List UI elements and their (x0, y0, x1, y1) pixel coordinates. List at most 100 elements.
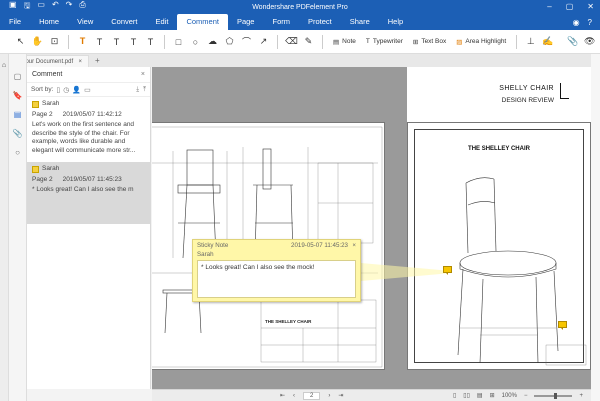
note-button[interactable]: ▤ Note (328, 30, 361, 54)
redo-icon[interactable]: ↷ (66, 0, 73, 14)
note-icon: ▤ (333, 38, 340, 46)
attachment-icon[interactable]: 📎 (9, 129, 26, 138)
comment-panel-title: Comment (32, 71, 63, 78)
sticky-text-area[interactable]: * Looks great! Can I also see the mock! (197, 260, 356, 298)
minimize-icon[interactable]: – (547, 0, 551, 14)
first-page-icon[interactable]: ⇤ (280, 392, 285, 399)
caret-icon[interactable]: T (142, 30, 159, 54)
account-icon[interactable]: ◉ (573, 15, 580, 30)
comments-icon[interactable]: ▤ (9, 110, 26, 119)
menu-help[interactable]: Help (379, 14, 412, 30)
import-icon[interactable]: ⤓ (136, 86, 139, 94)
fit-icon[interactable]: ⊞ (490, 392, 495, 399)
edit-object-icon[interactable]: ⊡ (46, 30, 63, 54)
search-icon[interactable]: ○ (9, 148, 26, 157)
sort-label: Sort by: (31, 86, 54, 93)
comment-item-selected[interactable]: Sarah Page 2 2019/05/07 11:45:23 * Looks … (27, 162, 150, 224)
title-bar: ▣ 🖫 ▭ ↶ ↷ ⎙ Wondershare PDFelement Pro –… (0, 0, 600, 14)
menu-convert[interactable]: Convert (102, 14, 146, 30)
typewriter-icon: T (365, 38, 370, 45)
menu-comment[interactable]: Comment (177, 14, 228, 30)
sort-type-icon[interactable]: ▭ (84, 86, 91, 94)
left-edge-strip: ⌂ (0, 54, 9, 401)
maximize-icon[interactable]: ▢ (566, 0, 574, 14)
menu-page[interactable]: Page (228, 14, 264, 30)
select-cursor-icon[interactable]: ↖ (12, 30, 29, 54)
comment-text: Let's work on the first sentence and des… (32, 121, 136, 154)
zoom-out-icon[interactable]: − (524, 393, 528, 399)
separator (277, 34, 278, 49)
strikethrough-icon[interactable]: T (91, 30, 108, 54)
last-page-icon[interactable]: ⇥ (338, 392, 343, 399)
page-header-area: SHELLY CHAIR DESIGN REVIEW (407, 67, 591, 122)
document-canvas[interactable]: SHELLY CHAIR DESIGN REVIEW THE SHELLEY C… (152, 67, 591, 389)
page-right: THE SHELLEY CHAIR (407, 122, 591, 370)
sort-time-icon[interactable]: ◷ (63, 86, 69, 94)
arrow-icon[interactable]: ↗ (255, 30, 272, 54)
close-window-icon[interactable]: ✕ (587, 0, 594, 14)
sticky-header: Sticky Note 2019-05-07 11:45:23 × (193, 240, 360, 251)
comment-item[interactable]: Sarah Page 2 2019/05/07 11:42:12 Let's wo… (27, 97, 150, 158)
print-icon[interactable]: ⎙ (79, 0, 85, 14)
page1-block-title: THE SHELLEY CHAIR (265, 319, 312, 324)
close-panel-icon[interactable]: × (141, 67, 145, 83)
squiggly-icon[interactable]: T (125, 30, 142, 54)
sticky-note-pin-icon[interactable] (443, 266, 452, 275)
stamp-icon[interactable]: ⊥ (522, 30, 539, 54)
separator (322, 34, 323, 49)
menu-protect[interactable]: Protect (299, 14, 341, 30)
signature-icon[interactable]: ✍ (539, 30, 556, 54)
menu-share[interactable]: Share (341, 14, 379, 30)
typewriter-button[interactable]: T Typewriter (361, 30, 408, 54)
textbox-button[interactable]: ⊞ Text Box (408, 30, 451, 54)
two-page-icon[interactable]: ▯▯ (463, 392, 470, 399)
page-number-input[interactable]: 2 (303, 391, 321, 400)
scroll-icon[interactable]: ▤ (477, 392, 483, 399)
export-icon[interactable]: ⤒ (143, 86, 146, 94)
polyline-icon[interactable]: ⌒ (238, 30, 255, 54)
next-page-icon[interactable]: › (328, 393, 330, 399)
sort-author-icon[interactable]: 👤 (72, 86, 81, 94)
underline-icon[interactable]: T (108, 30, 125, 54)
undo-icon[interactable]: ↶ (52, 0, 59, 14)
menu-file[interactable]: File (0, 14, 30, 30)
note-pin-icon[interactable] (558, 321, 567, 330)
area-highlight-button[interactable]: ▨ Area Highlight (451, 30, 511, 54)
attach-icon[interactable]: 📎 (564, 30, 581, 54)
home-icon[interactable]: ⌂ (0, 62, 8, 69)
show-hide-icon[interactable]: 👁 (581, 30, 598, 54)
menu-home[interactable]: Home (30, 14, 68, 30)
eraser-icon[interactable]: ⌫ (283, 30, 300, 54)
cloud-icon[interactable]: ☁ (204, 30, 221, 54)
oval-icon[interactable]: ○ (187, 30, 204, 54)
prev-page-icon[interactable]: ‹ (293, 393, 295, 399)
zoom-in-icon[interactable]: + (579, 393, 583, 399)
sort-page-icon[interactable]: ▯ (56, 86, 60, 94)
single-page-icon[interactable]: ▯ (453, 392, 456, 399)
hand-tool-icon[interactable]: ✋ (29, 30, 46, 54)
bookmark-icon[interactable]: 🔖 (9, 91, 26, 100)
comment-date: 2019/05/07 11:42:12 (62, 110, 122, 118)
polygon-icon[interactable]: ⬠ (221, 30, 238, 54)
zoom-level[interactable]: 100% (502, 393, 517, 399)
menu-edit[interactable]: Edit (147, 14, 178, 30)
document-tab-label: Your Document.pdf (22, 59, 74, 65)
comment-page: Page 2 (32, 110, 53, 118)
zoom-slider[interactable] (534, 392, 573, 399)
zoom-slider-handle[interactable] (554, 392, 558, 399)
help-icon[interactable]: ? (588, 15, 592, 30)
app-logo-icon: ▣ (9, 0, 17, 9)
menu-view[interactable]: View (68, 14, 102, 30)
sticky-note-popup[interactable]: Sticky Note 2019-05-07 11:45:23 × Sarah … (192, 239, 361, 302)
open-icon[interactable]: ▭ (37, 0, 45, 14)
sticky-close-icon[interactable]: × (352, 242, 356, 249)
save-icon[interactable]: 🖫 (24, 0, 31, 14)
menu-form[interactable]: Form (263, 14, 299, 30)
add-tab-icon[interactable]: + (95, 55, 100, 67)
rectangle-icon[interactable]: □ (170, 30, 187, 54)
side-panel-strip: ▢ 🔖 ▤ 📎 ○ (9, 54, 27, 401)
pencil-icon[interactable]: ✎ (300, 30, 317, 54)
highlight-text-icon[interactable]: 𝐓 (74, 30, 91, 54)
thumbnails-icon[interactable]: ▢ (9, 72, 26, 81)
sticky-title: Sticky Note (197, 242, 229, 249)
